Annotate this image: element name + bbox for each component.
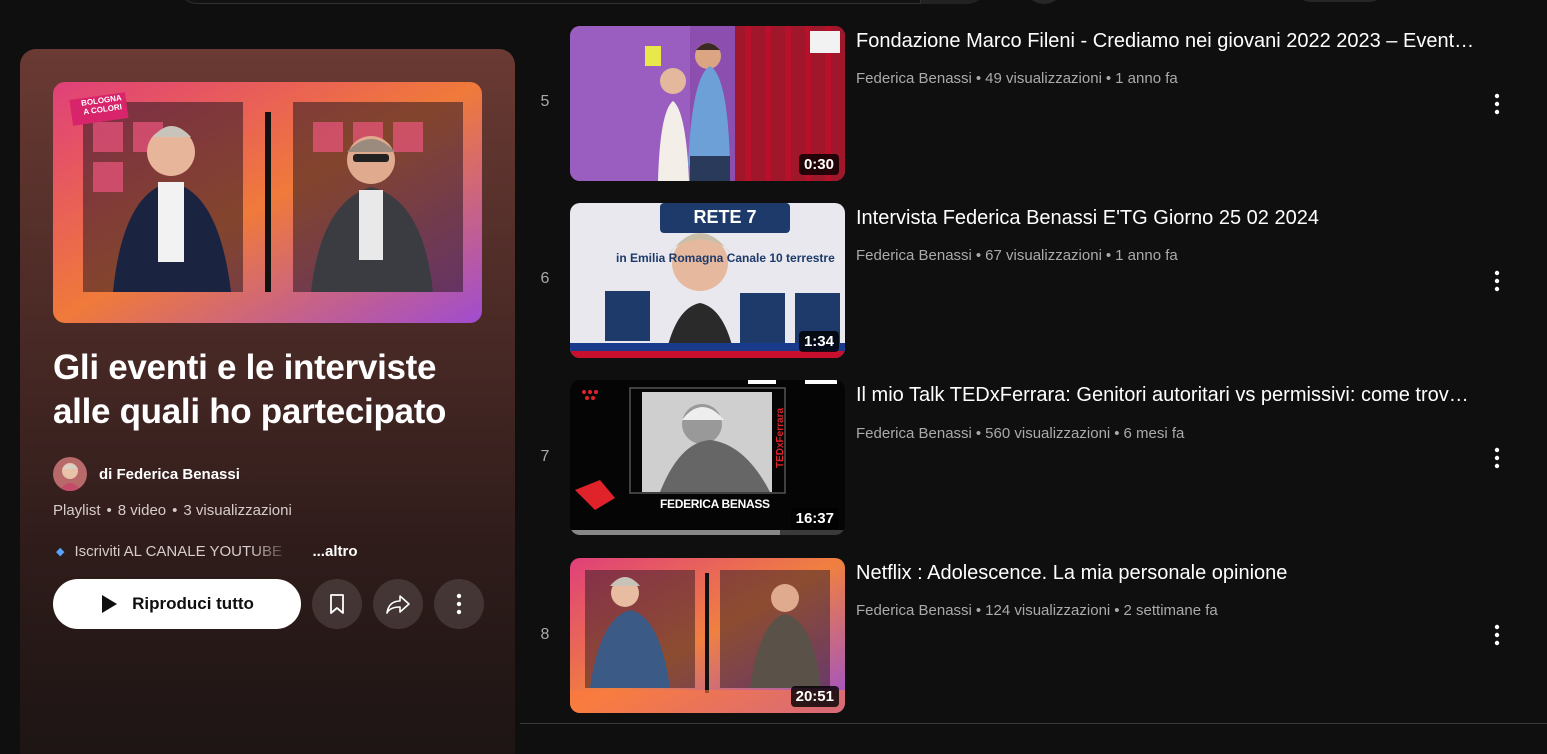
play-all-button[interactable]: Riproduci tutto (53, 579, 301, 629)
video-duration: 1:34 (798, 331, 839, 352)
share-button[interactable] (373, 579, 423, 629)
kebab-icon (1494, 270, 1500, 292)
kebab-icon (456, 593, 462, 615)
playlist-views: 3 visualizzazioni (183, 502, 292, 519)
view-count: 124 visualizzazioni (985, 602, 1111, 619)
video-duration: 16:37 (790, 508, 839, 529)
avatar[interactable] (53, 457, 87, 491)
view-count: 67 visualizzazioni (985, 247, 1102, 264)
thumbnail-brand: TEDxFerrara (775, 407, 786, 468)
upload-age: 1 anno fa (1115, 70, 1178, 87)
playlist-cover[interactable]: BOLOGNA A COLORI (53, 82, 482, 323)
more-actions-button[interactable] (434, 579, 484, 629)
video-thumbnail[interactable]: in Emilia Romagna Canale 10 terrestre RE… (570, 203, 845, 358)
owner-name[interactable]: di Federica Benassi (99, 466, 240, 483)
video-title[interactable]: Fondazione Marco Fileni - Crediamo nei g… (856, 28, 1476, 54)
video-title[interactable]: Intervista Federica Benassi E'TG Giorno … (856, 205, 1476, 231)
kebab-icon (1494, 447, 1500, 469)
bookmark-icon (330, 594, 344, 614)
view-count: 49 visualizzazioni (985, 70, 1102, 87)
video-meta: Federica Benassi • 49 visualizzazioni • 1 an… (856, 70, 1178, 87)
video-thumbnail[interactable]: FEDERICA BENASS TEDxFerrara 16:37 (570, 380, 845, 535)
video-thumbnail[interactable]: 0:30 (570, 26, 845, 181)
playlist-type: Playlist (53, 502, 101, 519)
video-duration: 0:30 (798, 154, 839, 175)
video-meta: Federica Benassi • 560 visualizzazioni • 6 m… (856, 425, 1185, 442)
playlist-description[interactable]: ◆ Iscriviti AL CANALE YOUTUBE ...altro (56, 543, 357, 560)
thumbnail-caption: in Emilia Romagna Canale 10 terrestre (616, 251, 835, 265)
channel-name[interactable]: Federica Benassi (856, 247, 972, 264)
channel-name[interactable]: Federica Benassi (856, 70, 972, 87)
play-icon (102, 595, 118, 613)
channel-name[interactable]: Federica Benassi (856, 425, 972, 442)
playlist-meta: Playlist • 8 video • 3 visualizzazioni (53, 502, 292, 519)
playlist-video-item[interactable]: 8 20:51 Netflix: Adolescence. La mia pe… (520, 558, 1547, 714)
playlist-owner[interactable]: di Federica Benassi (53, 457, 240, 491)
video-index: 5 (540, 93, 550, 110)
diamond-icon: ◆ (56, 546, 65, 558)
view-count: 560 visualizzazioni (985, 425, 1111, 442)
video-menu-button[interactable] (1482, 443, 1512, 473)
video-meta: Federica Benassi • 124 visualizzazioni • 2 s… (856, 602, 1218, 619)
playlist-header: BOLOGNA A COLORI Gli eventi e le intervi… (20, 49, 515, 754)
kebab-icon (1494, 624, 1500, 646)
thumbnail-logo: RETE 7 (693, 207, 757, 227)
video-count: 8 video (117, 502, 167, 519)
video-thumbnail[interactable]: 20:51 (570, 558, 845, 713)
upload-age: 2 settimane fa (1123, 602, 1218, 619)
video-duration: 20:51 (790, 686, 839, 707)
description-text: Iscriviti AL CANALE YOUTUBE (74, 543, 283, 560)
kebab-icon (1494, 93, 1500, 115)
playlist-video-item[interactable]: 5 0:30 Fondazione Marco Fileni - Crediam… (520, 26, 1547, 182)
video-menu-button[interactable] (1482, 89, 1512, 119)
playlist-video-list: 5 0:30 Fondazione Marco Fileni - Crediam… (520, 0, 1547, 724)
upload-age: 6 mesi fa (1123, 425, 1185, 442)
thumbnail-name: FEDERICA BENASS (660, 497, 770, 511)
video-title[interactable]: Il mio Talk TEDxFerrara: Genitori autori… (856, 382, 1476, 408)
video-menu-button[interactable] (1482, 266, 1512, 296)
video-menu-button[interactable] (1482, 620, 1512, 650)
video-index: 6 (540, 270, 550, 287)
more-link[interactable]: ...altro (312, 543, 357, 560)
playlist-video-item[interactable]: 7 FEDERICA BENASS TEDxFerrara 16:37 Il m… (520, 380, 1547, 536)
play-all-label: Riproduci tutto (132, 594, 254, 613)
share-icon (386, 595, 410, 614)
video-index: 8 (540, 626, 550, 643)
playlist-video-item[interactable]: 6 in Emilia Romagna Canale 10 terrestre … (520, 203, 1547, 359)
playlist-actions: Riproduci tutto (53, 579, 484, 629)
save-button[interactable] (312, 579, 362, 629)
video-title[interactable]: Netflix : Adolescence. La mia personale … (856, 560, 1476, 586)
video-index: 7 (540, 448, 550, 465)
channel-name[interactable]: Federica Benassi (856, 602, 972, 619)
upload-age: 1 anno fa (1115, 247, 1178, 264)
playlist-title: Gli eventi e le interviste alle quali ho… (53, 348, 447, 431)
video-meta: Federica Benassi • 67 visualizzazioni • 1 an… (856, 247, 1178, 264)
